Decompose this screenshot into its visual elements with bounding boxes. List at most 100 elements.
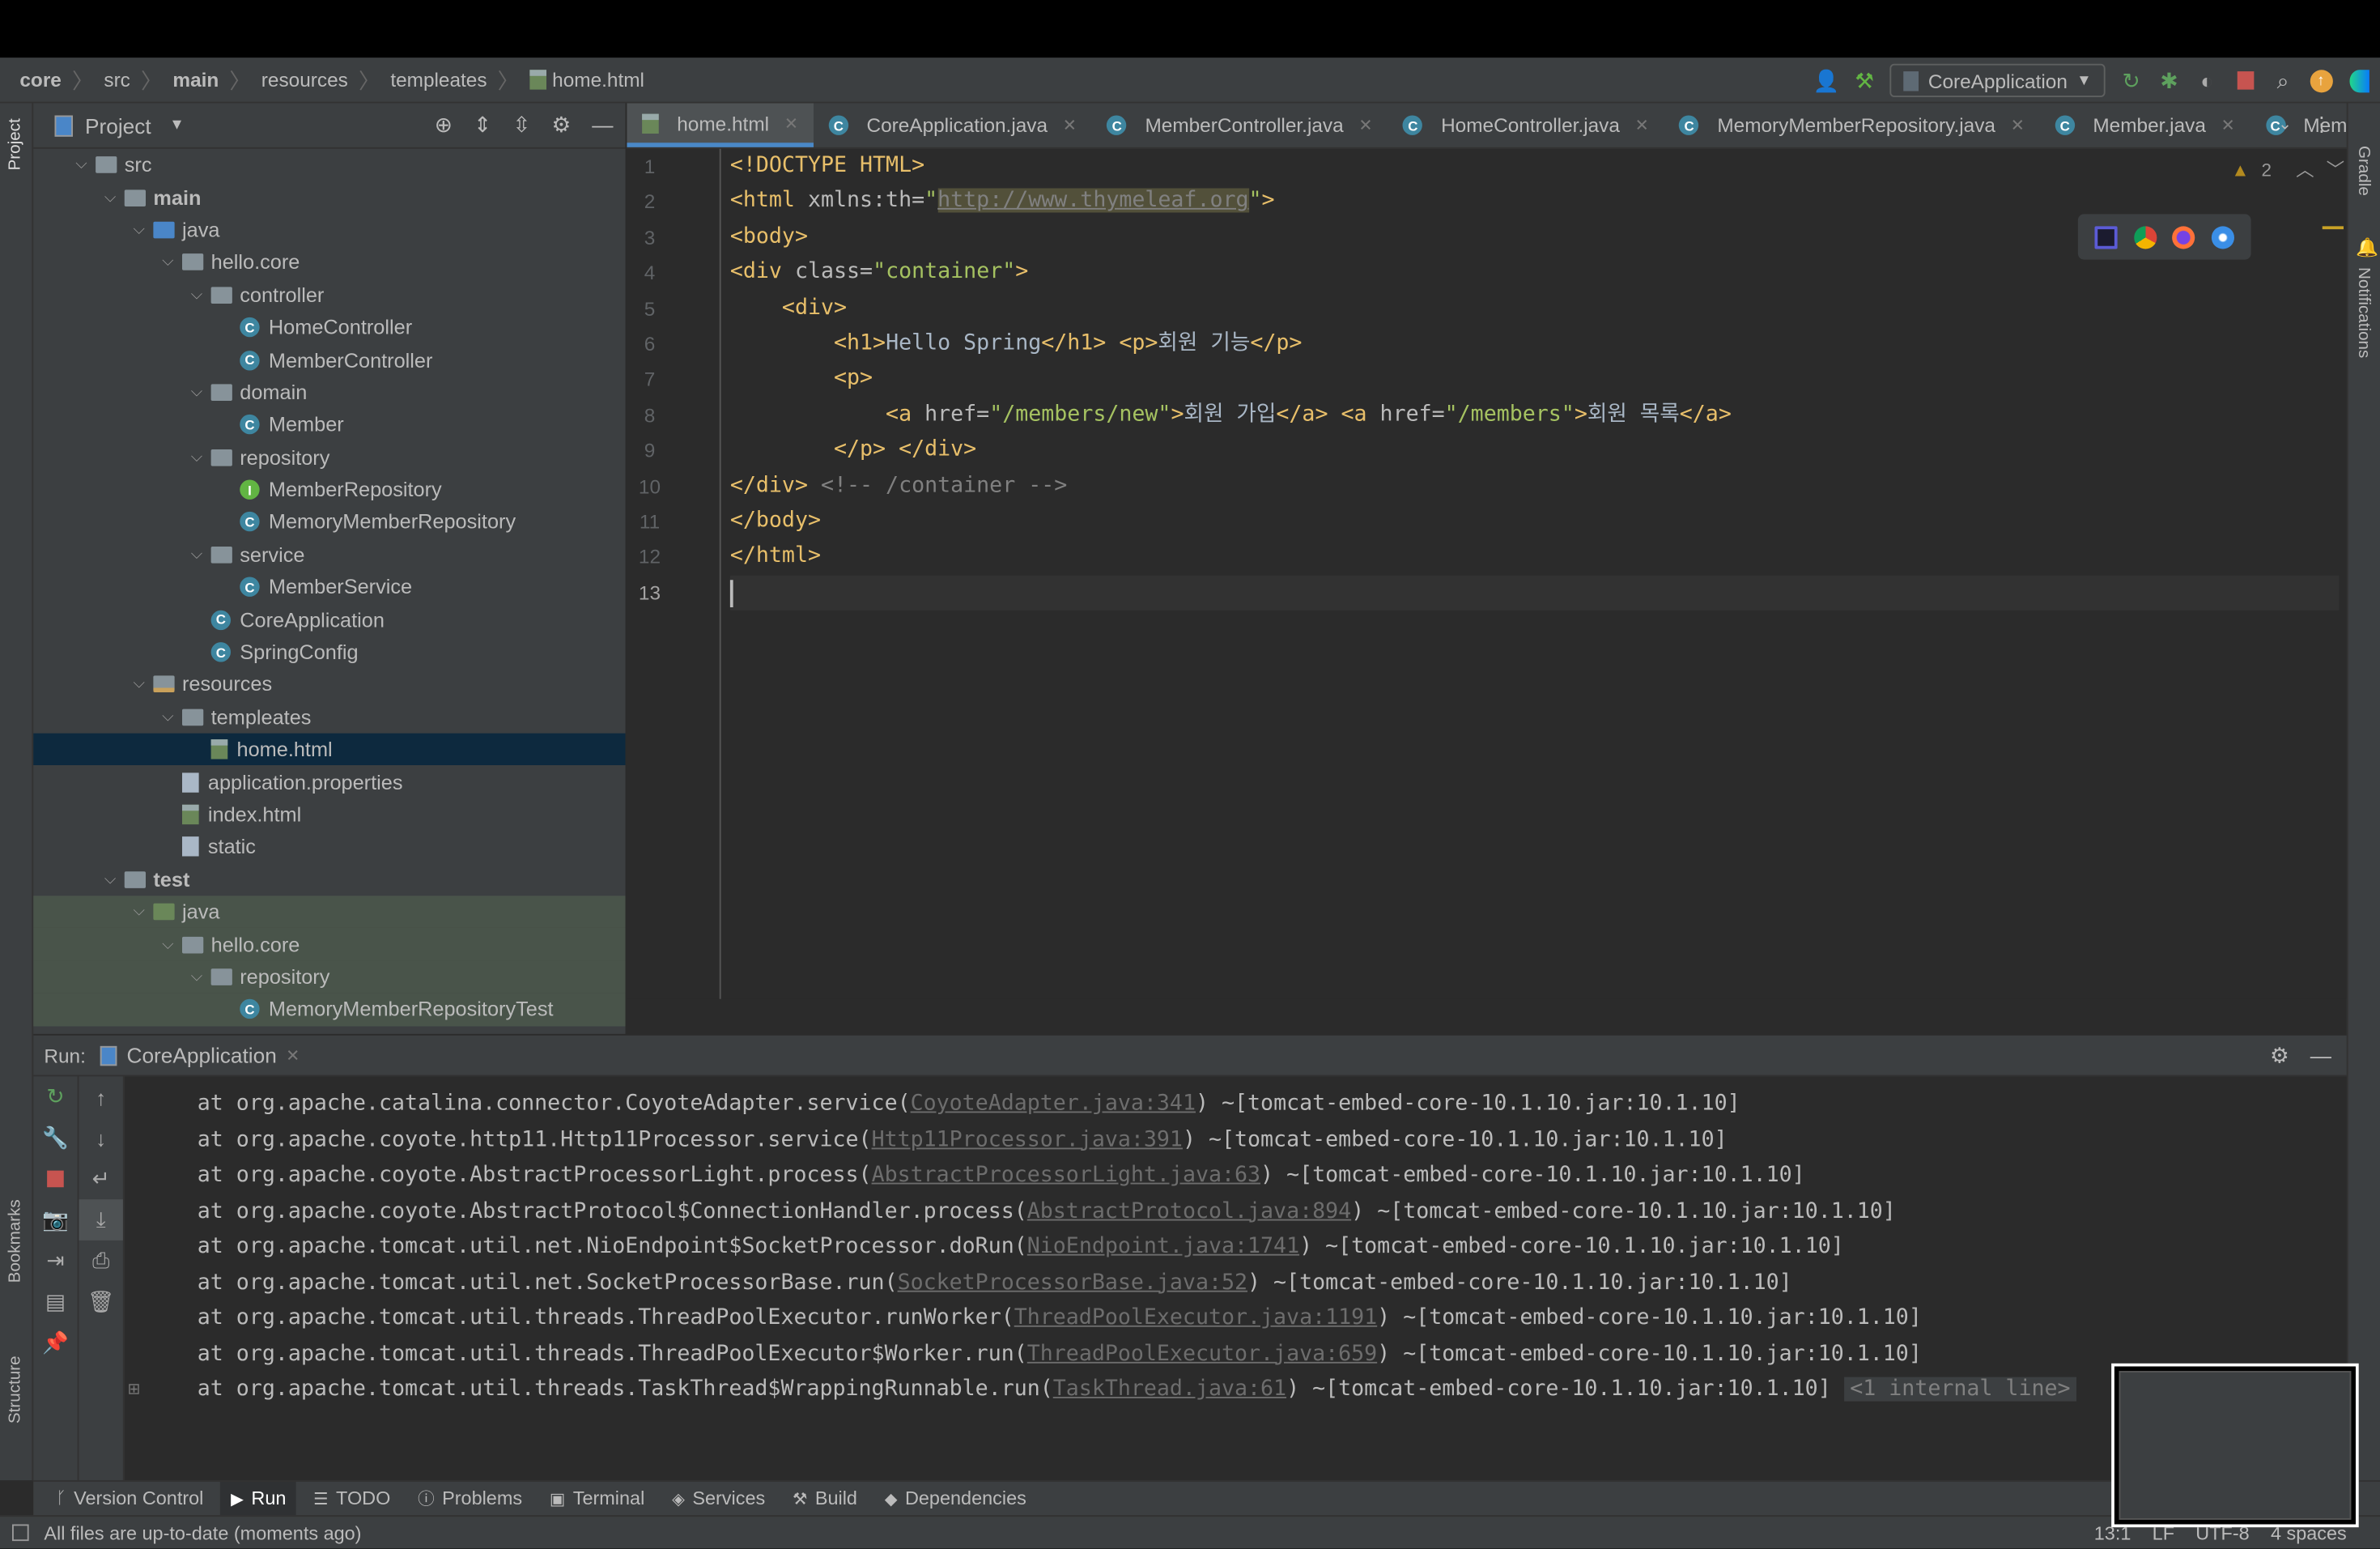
screenshot-thumbnail[interactable] <box>2111 1363 2359 1528</box>
bookmarks-tool-button[interactable]: Bookmarks <box>6 1199 25 1283</box>
code-line[interactable]: <p> <box>730 362 2340 398</box>
tab-membercontroller-java[interactable]: C MemberController.java ✕ <box>1092 104 1388 147</box>
tab-member-java[interactable]: C Member.java ✕ <box>2040 104 2250 147</box>
tree-item[interactable]: C MemoryMemberRepositoryTest <box>33 993 626 1026</box>
code-line[interactable] <box>729 575 2340 611</box>
hide-panel-icon[interactable]: — <box>2310 1042 2331 1068</box>
code-line[interactable]: <!DOCTYPE HTML> <box>730 149 2340 185</box>
hide-panel-icon[interactable]: — <box>592 113 613 138</box>
source-link[interactable]: AbstractProtocol.java:894 <box>1027 1198 1351 1223</box>
scroll-to-end-icon[interactable]: ⤓ <box>79 1199 123 1240</box>
tree-item[interactable]: ⌵ main <box>33 181 625 214</box>
trash-icon[interactable]: 🗑 <box>79 1282 123 1323</box>
internal-lines-badge[interactable]: <1 internal line> <box>1843 1377 2077 1402</box>
search-icon[interactable]: ⌕ <box>2271 67 2295 92</box>
source-link[interactable]: ThreadPoolExecutor.java:1191 <box>1014 1306 1377 1330</box>
run-tab-core-application[interactable]: CoreApplication ✕ <box>100 1043 300 1067</box>
debug-icon[interactable]: ✱ <box>2157 67 2181 92</box>
tool-dependencies[interactable]: ◆ Dependencies <box>874 1481 1037 1516</box>
tree-item[interactable]: ⌵ templeates <box>33 701 625 734</box>
code-line[interactable]: </body> <box>730 504 2340 539</box>
rerun-icon[interactable]: ↻ <box>33 1076 77 1117</box>
tab-memberse[interactable]: CMemberSe <box>2250 104 2347 147</box>
tree-item[interactable]: C HomeController <box>33 311 625 343</box>
code-line[interactable]: </p> </div> <box>730 433 2340 469</box>
tree-item[interactable]: C SpringConfig <box>33 636 625 668</box>
print-icon[interactable]: ⎙ <box>79 1240 123 1282</box>
structure-tool-button[interactable]: Structure <box>6 1355 25 1423</box>
source-link[interactable]: CoyoteAdapter.java:341 <box>911 1092 1196 1116</box>
source-link[interactable]: TaskThread.java:61 <box>1053 1377 1286 1402</box>
exit-icon[interactable]: ⇥ <box>33 1240 77 1282</box>
safari-icon[interactable] <box>2211 225 2234 249</box>
breadcrumb-item[interactable]: main <box>172 68 219 91</box>
tree-item[interactable]: ⌵ test <box>33 863 625 896</box>
warning-count[interactable]: 2 <box>2262 159 2272 180</box>
warning-icon[interactable]: ▲ <box>2231 159 2249 180</box>
source-link[interactable]: AbstractProcessorLight.java:63 <box>872 1163 1260 1187</box>
source-link[interactable]: NioEndpoint.java:1741 <box>1027 1234 1299 1258</box>
tree-item[interactable]: ⌵ domain <box>33 377 625 409</box>
tab-home-html[interactable]: home.html ✕ <box>627 103 814 147</box>
tab-list-chevron-icon[interactable]: ⌄ <box>2278 114 2292 134</box>
account-icon[interactable]: 👤 <box>1813 67 1840 92</box>
chevron-down-icon[interactable]: ▼ <box>169 117 185 134</box>
tree-item[interactable]: C MemberService <box>33 571 625 603</box>
wrench-icon[interactable]: 🔧 <box>33 1117 77 1159</box>
tool-run[interactable]: ▶ Run <box>220 1481 297 1517</box>
ide-logo-icon[interactable] <box>2347 68 2371 92</box>
warning-marker[interactable] <box>2322 226 2344 230</box>
code-line[interactable]: </html> <box>730 539 2340 575</box>
gradle-tool-button[interactable]: Gradle <box>2354 146 2373 196</box>
close-icon[interactable]: ✕ <box>2011 116 2025 135</box>
tree-item[interactable]: ⌵ repository <box>33 441 625 474</box>
close-icon[interactable]: ✕ <box>784 113 798 134</box>
project-view-selector[interactable]: Project <box>85 113 151 138</box>
project-tool-button[interactable]: Project <box>6 118 25 170</box>
tree-item[interactable]: ⌵ src <box>33 149 625 181</box>
rerun-icon[interactable]: ↻ <box>2119 67 2144 92</box>
tool-todo[interactable]: ☰ TODO <box>303 1481 401 1516</box>
tree-item[interactable]: ⌵ java <box>33 896 626 929</box>
run-config-selector[interactable]: CoreApplication ▼ <box>1889 63 2106 97</box>
tree-item[interactable]: ⌵ repository <box>33 960 626 994</box>
tree-item[interactable]: static <box>33 831 625 863</box>
update-icon[interactable]: ↑ <box>2309 68 2333 92</box>
build-hammer-icon[interactable]: ⚒ <box>1852 67 1876 92</box>
next-highlight-icon[interactable]: ﹀ <box>2327 156 2345 182</box>
gear-icon[interactable]: ⚙ <box>2270 1042 2289 1068</box>
expand-fold-icon[interactable]: ⊞ <box>128 1381 141 1398</box>
tool-problems[interactable]: ⓘ Problems <box>407 1481 533 1516</box>
close-icon[interactable]: ✕ <box>1358 116 1372 135</box>
status-message[interactable]: All files are up-to-date (moments ago) <box>44 1522 361 1543</box>
tree-item[interactable]: ⌵ service <box>33 538 625 571</box>
locate-file-icon[interactable]: ⊕ <box>435 113 453 138</box>
breadcrumb-item[interactable]: templeates <box>390 68 487 91</box>
toggle-tool-windows-icon[interactable] <box>12 1524 29 1542</box>
tree-item[interactable]: C Member <box>33 409 625 441</box>
close-icon[interactable]: ✕ <box>1635 116 1649 135</box>
code-line[interactable]: <div> <box>730 291 2340 326</box>
tool-build[interactable]: ⚒ Build <box>782 1481 868 1516</box>
breadcrumb-item[interactable]: home.html <box>552 68 644 91</box>
gear-icon[interactable]: ⚙ <box>551 113 571 138</box>
layout-icon[interactable]: ▤ <box>33 1282 77 1323</box>
stop-icon[interactable] <box>2233 68 2257 92</box>
breadcrumb-item[interactable]: resources <box>261 68 348 91</box>
previous-highlight-icon[interactable]: ︿ <box>2296 156 2314 182</box>
tree-item[interactable]: C MemberController <box>33 343 625 376</box>
notifications-tool-button[interactable]: Notifications <box>2354 267 2373 358</box>
collapse-all-icon[interactable]: ⇳ <box>512 113 530 138</box>
close-icon[interactable]: ✕ <box>1063 116 1077 135</box>
breadcrumb-item[interactable]: core <box>19 68 62 91</box>
tree-item[interactable]: I MemberRepository <box>33 474 625 506</box>
source-link[interactable]: SocketProcessorBase.java:52 <box>898 1270 1247 1294</box>
tab-homecontroller-java[interactable]: C HomeController.java ✕ <box>1388 104 1664 147</box>
tool-version-control[interactable]: ᚴ Version Control <box>45 1481 214 1516</box>
soft-wrap-icon[interactable]: ↵ <box>79 1159 123 1200</box>
code-line[interactable]: <div class="container"> <box>730 255 2340 291</box>
tree-item[interactable]: application.properties <box>33 766 625 798</box>
tab-coreapplication-java[interactable]: C CoreApplication.java ✕ <box>814 104 1092 147</box>
arrow-up-icon[interactable]: ↑ <box>79 1076 123 1117</box>
intellij-browser-icon[interactable] <box>2094 225 2119 249</box>
